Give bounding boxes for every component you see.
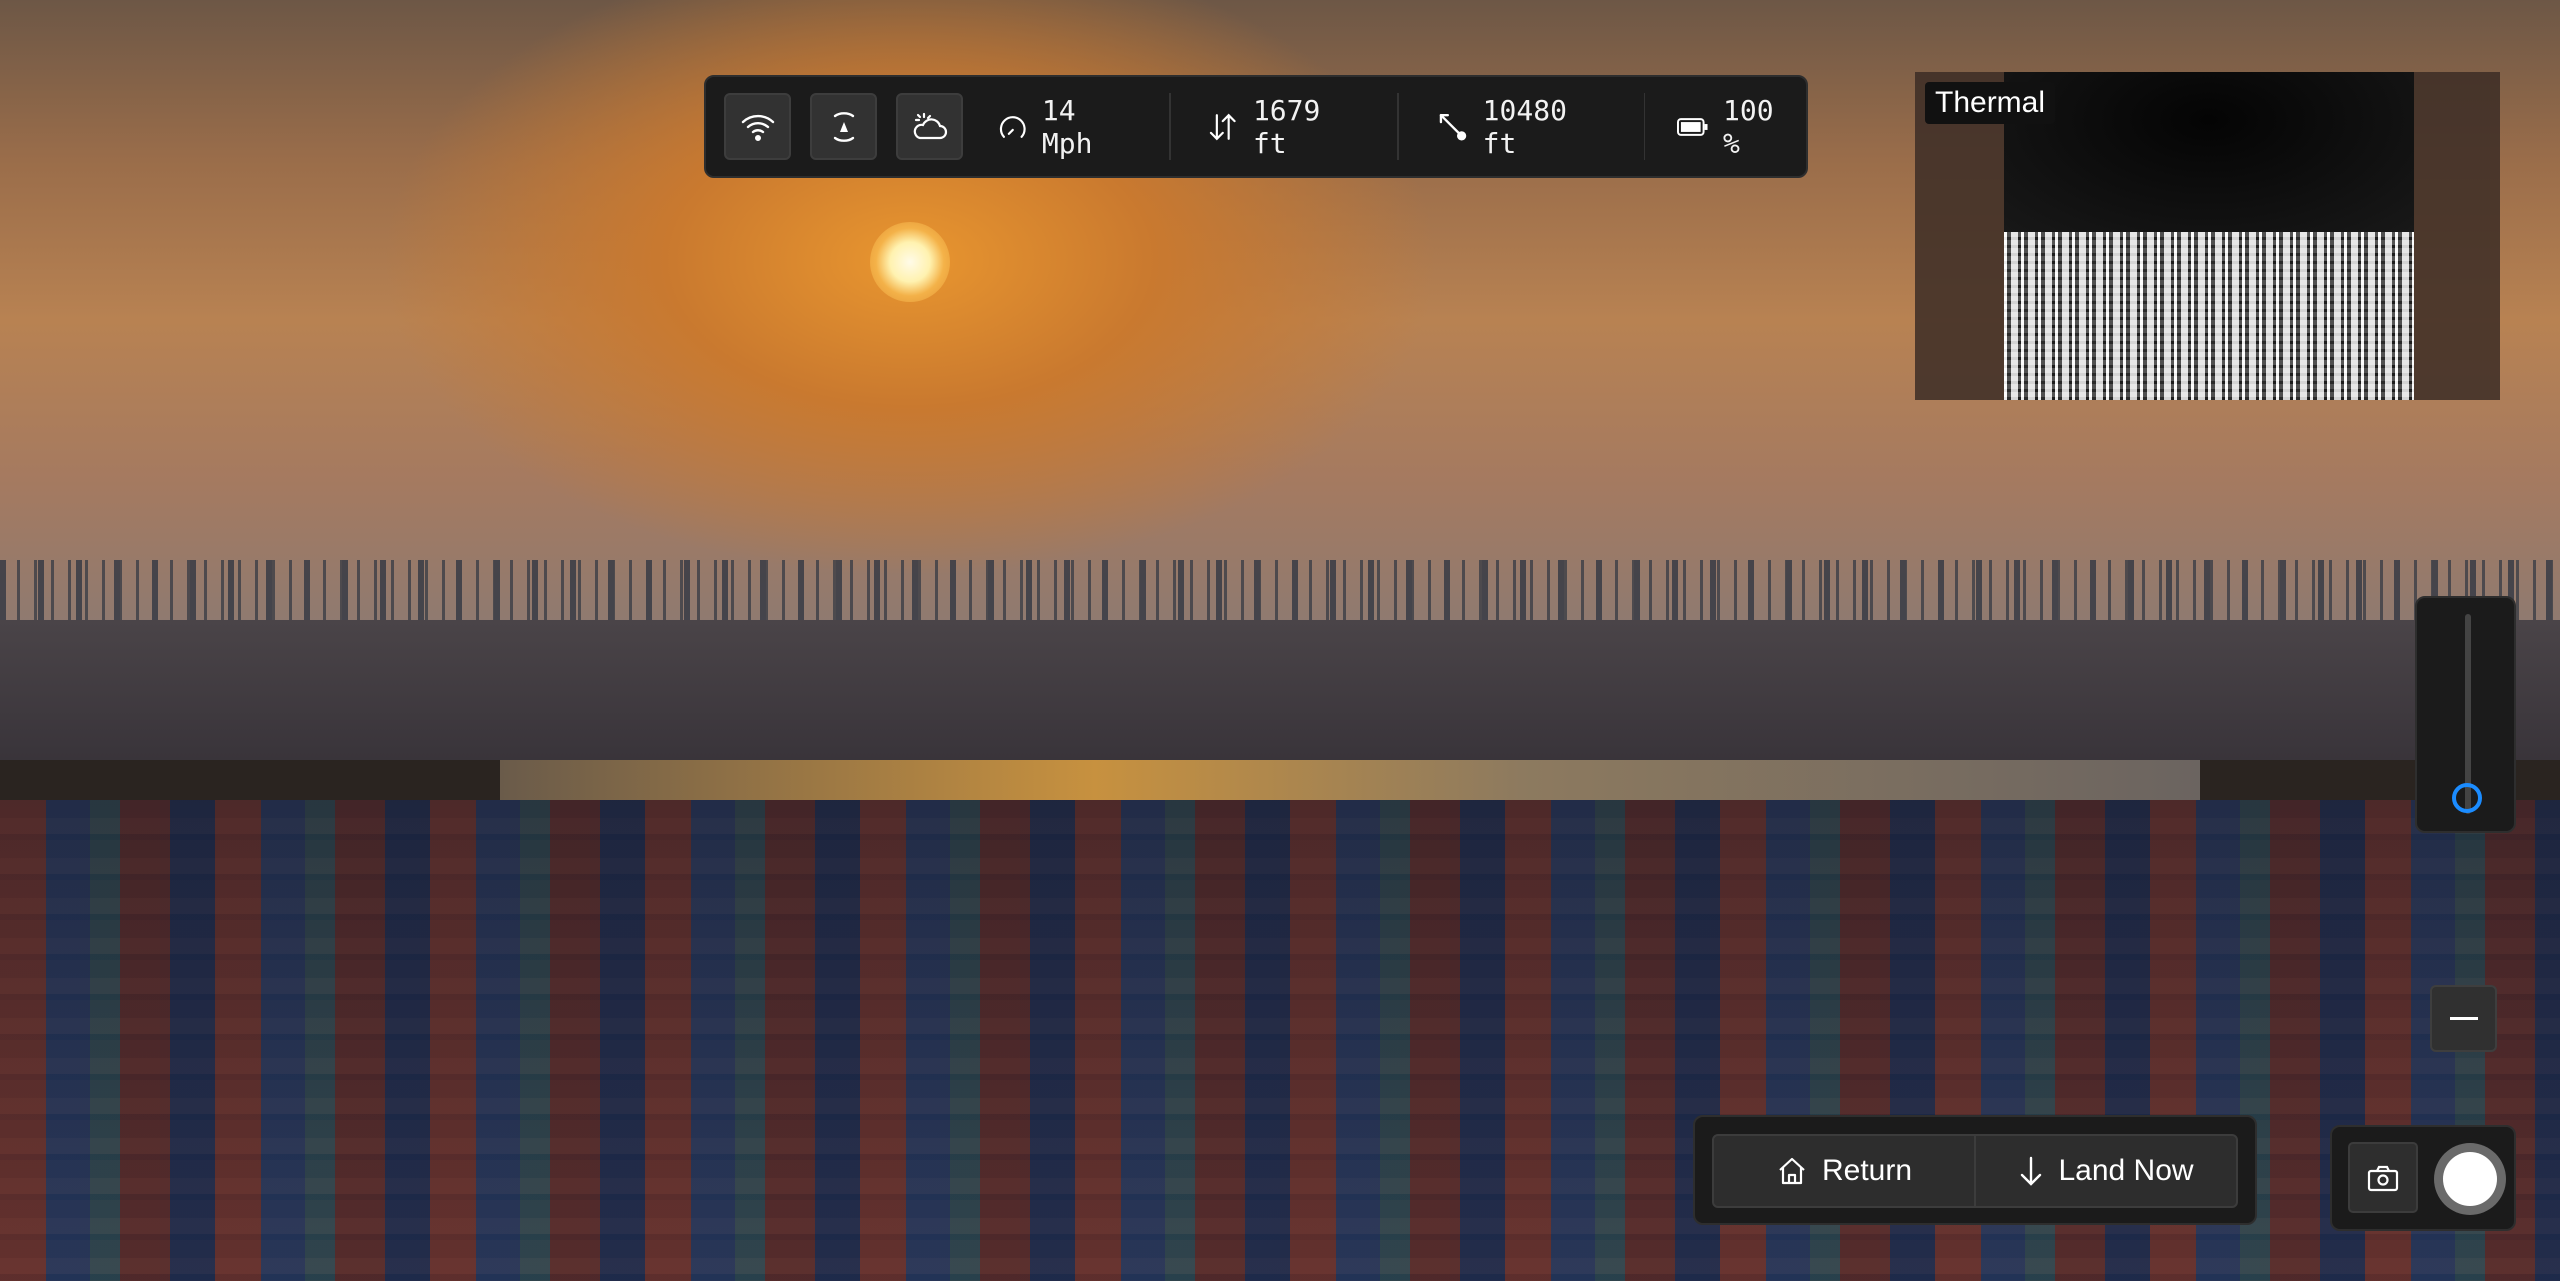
camera-controls bbox=[2330, 1125, 2516, 1231]
battery-value: 100 % bbox=[1722, 93, 1774, 160]
zoom-slider[interactable] bbox=[2415, 596, 2516, 833]
shutter-icon bbox=[2443, 1152, 2497, 1206]
altitude-value: 1679 ft bbox=[1252, 93, 1321, 160]
shutter-button[interactable] bbox=[2434, 1143, 2506, 1215]
sun bbox=[870, 222, 950, 302]
speed-value: 14 Mph bbox=[1041, 93, 1093, 160]
altitude-readout: 1679 ft bbox=[1171, 77, 1397, 176]
thermal-label: Thermal bbox=[1925, 82, 2056, 124]
distance-readout: 10480 ft bbox=[1399, 77, 1643, 176]
distance-icon bbox=[1439, 113, 1467, 140]
speedometer-icon bbox=[1000, 115, 1026, 138]
zoom-out-button[interactable] bbox=[2430, 985, 2497, 1052]
distance-value: 10480 ft bbox=[1482, 93, 1567, 160]
minus-icon bbox=[2449, 1017, 2478, 1020]
flight-actions-panel: Return Land Now bbox=[1693, 1115, 2257, 1225]
telemetry-toolbar: 14 Mph 1679 ft 10480 ft 100 % bbox=[704, 75, 1808, 178]
zoom-slider-handle[interactable] bbox=[2452, 783, 2482, 814]
weather-button[interactable] bbox=[896, 93, 964, 160]
arrow-down-icon bbox=[2021, 1156, 2042, 1186]
land-now-button[interactable]: Land Now bbox=[1976, 1136, 2236, 1206]
wifi-button[interactable] bbox=[724, 93, 792, 160]
return-home-button[interactable]: Return bbox=[1714, 1136, 1974, 1206]
home-icon bbox=[1779, 1157, 1805, 1185]
gimbal-center-icon bbox=[833, 111, 854, 142]
photo-mode-button[interactable] bbox=[2348, 1142, 2418, 1213]
speed-readout: 14 Mph bbox=[998, 77, 1169, 176]
battery-icon bbox=[1677, 117, 1708, 136]
port-skyline bbox=[0, 620, 2560, 760]
thermal-preview[interactable]: Thermal bbox=[1915, 72, 2500, 400]
gimbal-center-button[interactable] bbox=[810, 93, 878, 160]
camera-icon bbox=[2367, 1165, 2399, 1191]
wifi-icon bbox=[741, 114, 774, 141]
altitude-arrows-icon bbox=[1210, 113, 1237, 140]
battery-readout: 100 % bbox=[1645, 77, 1806, 176]
weather-icon bbox=[913, 112, 947, 139]
